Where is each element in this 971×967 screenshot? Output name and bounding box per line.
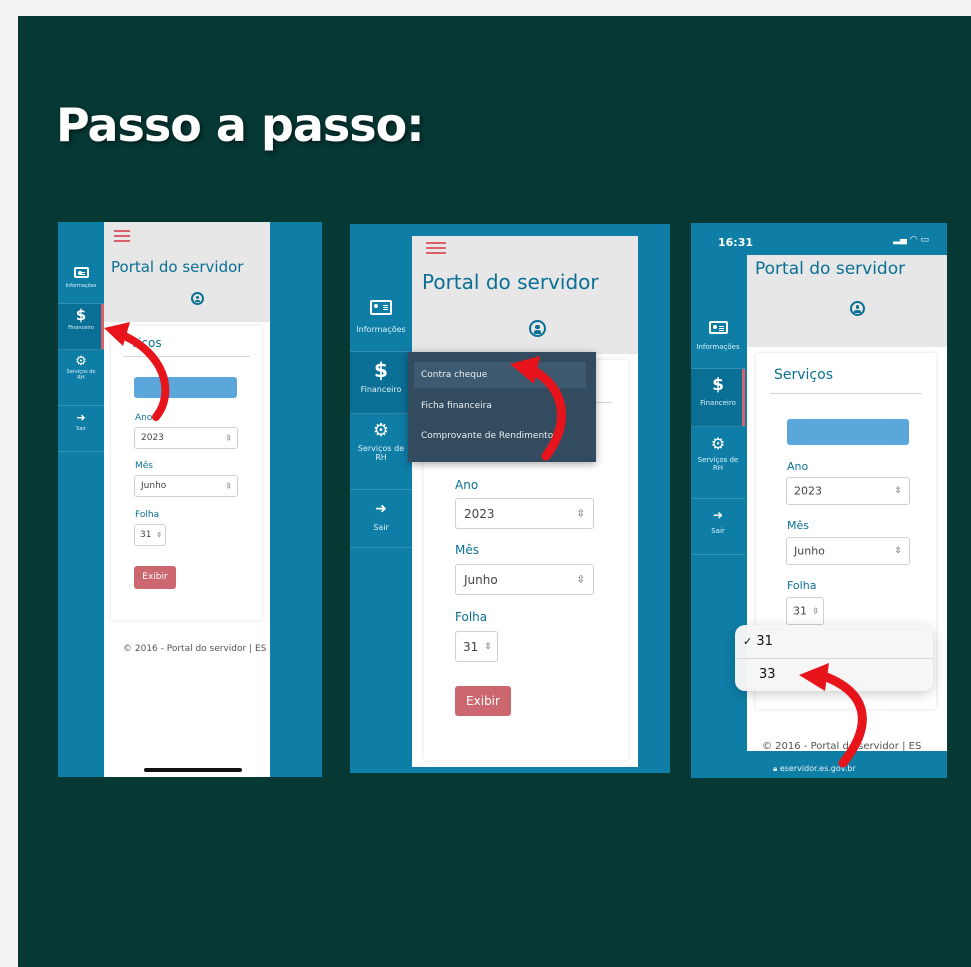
red-arrow-annotation (510, 356, 566, 461)
screenshot-step-3: 16:31 ▂▄ ◠ ▭ Informações $ Financeiro ⚙ … (691, 223, 947, 778)
page-title: Passo a passo: (56, 98, 425, 152)
screenshot-step-2: Informações $ Financeiro ⚙ Serviços de R… (350, 224, 670, 773)
tutorial-slide: Passo a passo: Informações $ Financeiro … (18, 16, 971, 967)
red-arrow-annotation (104, 322, 170, 421)
red-arrow-annotation (799, 663, 867, 768)
screenshot-step-1: Informações $ Financeiro ⚙ Serviços de R… (58, 222, 322, 777)
